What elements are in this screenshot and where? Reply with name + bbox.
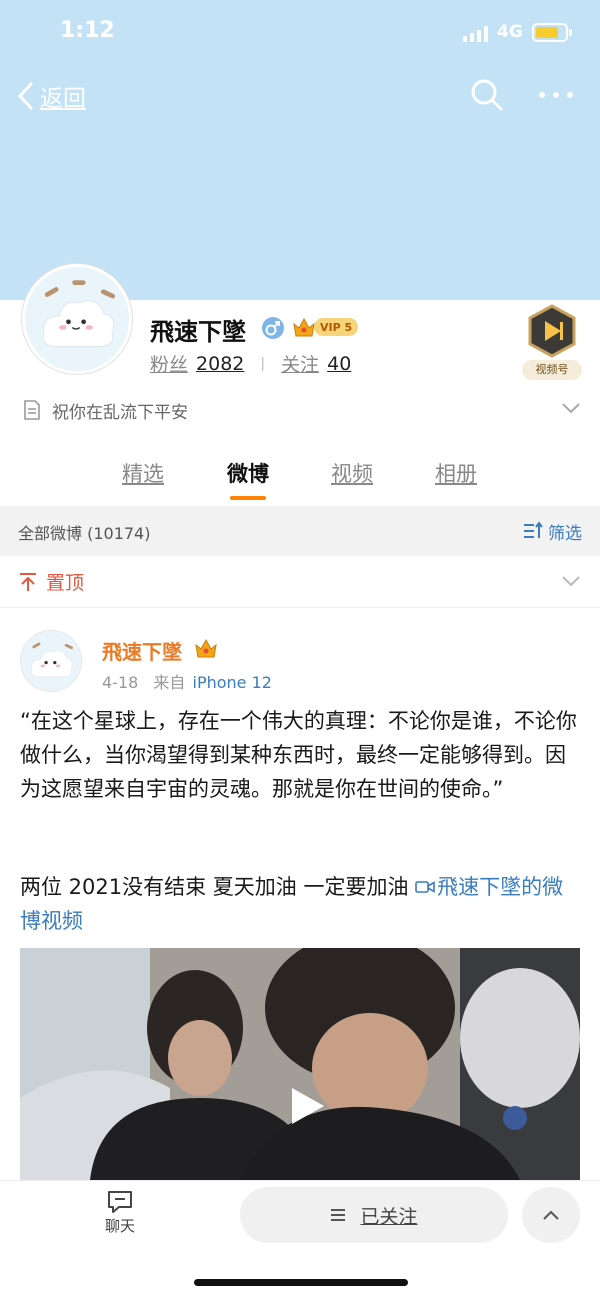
post-video-thumbnail[interactable] bbox=[20, 948, 580, 1180]
video-camera-icon bbox=[415, 881, 435, 893]
followers-count[interactable]: 2082 bbox=[196, 353, 244, 375]
video-account-badge[interactable]: 视频号 bbox=[520, 304, 584, 382]
video-account-label: 视频号 bbox=[522, 360, 582, 380]
vip-badge[interactable]: VIP 5 bbox=[292, 315, 359, 339]
filter-button[interactable]: 筛选 bbox=[522, 518, 582, 544]
chat-label: 聊天 bbox=[104, 1217, 135, 1235]
profile-name: 飛速下墜 bbox=[150, 318, 246, 346]
post-author-name[interactable]: 飛速下墜 bbox=[102, 636, 182, 665]
weibo-count: 全部微博 (10174) bbox=[18, 524, 151, 543]
scroll-top-button[interactable] bbox=[522, 1187, 580, 1243]
document-icon bbox=[24, 400, 40, 420]
cloud-avatar-icon bbox=[21, 631, 81, 691]
profile-bio: 祝你在乱流下平安 bbox=[22, 396, 188, 424]
crown-icon bbox=[195, 638, 217, 658]
stats-divider: | bbox=[260, 355, 266, 372]
profile-stats: 粉丝 2082 | 关注 40 bbox=[150, 350, 351, 377]
more-icon[interactable] bbox=[536, 88, 576, 102]
search-icon[interactable] bbox=[470, 78, 504, 112]
cloud-avatar-icon bbox=[25, 267, 129, 371]
tab-featured[interactable]: 精选 bbox=[122, 458, 164, 488]
post-source[interactable]: iPhone 12 bbox=[193, 673, 272, 692]
chat-button[interactable]: 聊天 bbox=[96, 1189, 144, 1245]
followers-label[interactable]: 粉丝 bbox=[150, 350, 188, 377]
post-body-line: 两位 2021没有结束 夏天加油 一定要加油 bbox=[20, 875, 416, 899]
following-label[interactable]: 关注 bbox=[281, 350, 319, 377]
chevron-down-icon[interactable] bbox=[560, 574, 582, 588]
filter-label: 筛选 bbox=[548, 523, 582, 544]
play-icon[interactable] bbox=[284, 1084, 328, 1128]
back-label: 返回 bbox=[40, 86, 86, 112]
video-account-icon bbox=[528, 304, 576, 358]
signal-icon bbox=[463, 26, 489, 42]
video-frame-image bbox=[20, 948, 580, 1180]
crown-icon bbox=[293, 317, 315, 337]
chevron-up-icon bbox=[543, 1210, 559, 1220]
following-button[interactable]: 已关注 bbox=[240, 1187, 508, 1243]
post-meta: 4-18 来自 iPhone 12 bbox=[102, 669, 272, 693]
active-tab-indicator bbox=[230, 496, 266, 500]
feed-filter-bar: 全部微博 (10174) 筛选 bbox=[0, 506, 600, 556]
pinned-label: 置顶 bbox=[46, 572, 85, 594]
post-source-prefix: 来自 bbox=[153, 673, 186, 692]
chevron-left-icon bbox=[18, 82, 33, 110]
tab-video[interactable]: 视频 bbox=[331, 458, 373, 488]
status-time: 1:12 bbox=[60, 18, 115, 43]
back-button[interactable]: 返回 bbox=[16, 78, 86, 114]
pin-top-icon bbox=[20, 572, 36, 591]
post-date: 4-18 bbox=[102, 673, 139, 692]
male-gender-icon bbox=[262, 317, 284, 339]
following-label: 已关注 bbox=[360, 1205, 418, 1228]
following-count[interactable]: 40 bbox=[327, 353, 351, 375]
tab-weibo[interactable]: 微博 bbox=[227, 458, 269, 488]
profile-tabs: 精选 微博 视频 相册 bbox=[0, 458, 600, 504]
chevron-down-icon[interactable] bbox=[560, 400, 582, 416]
status-bar: 1:12 4G bbox=[0, 0, 600, 64]
home-indicator bbox=[194, 1279, 408, 1286]
network-type: 4G bbox=[497, 22, 523, 42]
battery-icon bbox=[532, 23, 572, 42]
profile-avatar[interactable] bbox=[22, 264, 132, 374]
vip-level: VIP 5 bbox=[314, 318, 359, 336]
post-quote-text: “在这个星球上，存在一个伟大的真理：不论你是谁，不论你做什么，当你渴望得到某种东… bbox=[20, 709, 577, 801]
post-body-text: 两位 2021没有结束 夏天加油 一定要加油 飛速下墜的微博视频 bbox=[20, 870, 580, 938]
post-author-avatar[interactable] bbox=[20, 630, 82, 692]
menu-lines-icon bbox=[331, 1209, 346, 1221]
bio-text: 祝你在乱流下平安 bbox=[52, 402, 188, 423]
filter-icon bbox=[524, 521, 543, 538]
bottom-action-bar: 聊天 已关注 bbox=[0, 1180, 600, 1298]
pinned-section[interactable]: 置顶 bbox=[0, 556, 600, 608]
tab-album[interactable]: 相册 bbox=[435, 458, 477, 488]
chat-bubble-icon bbox=[108, 1191, 132, 1213]
